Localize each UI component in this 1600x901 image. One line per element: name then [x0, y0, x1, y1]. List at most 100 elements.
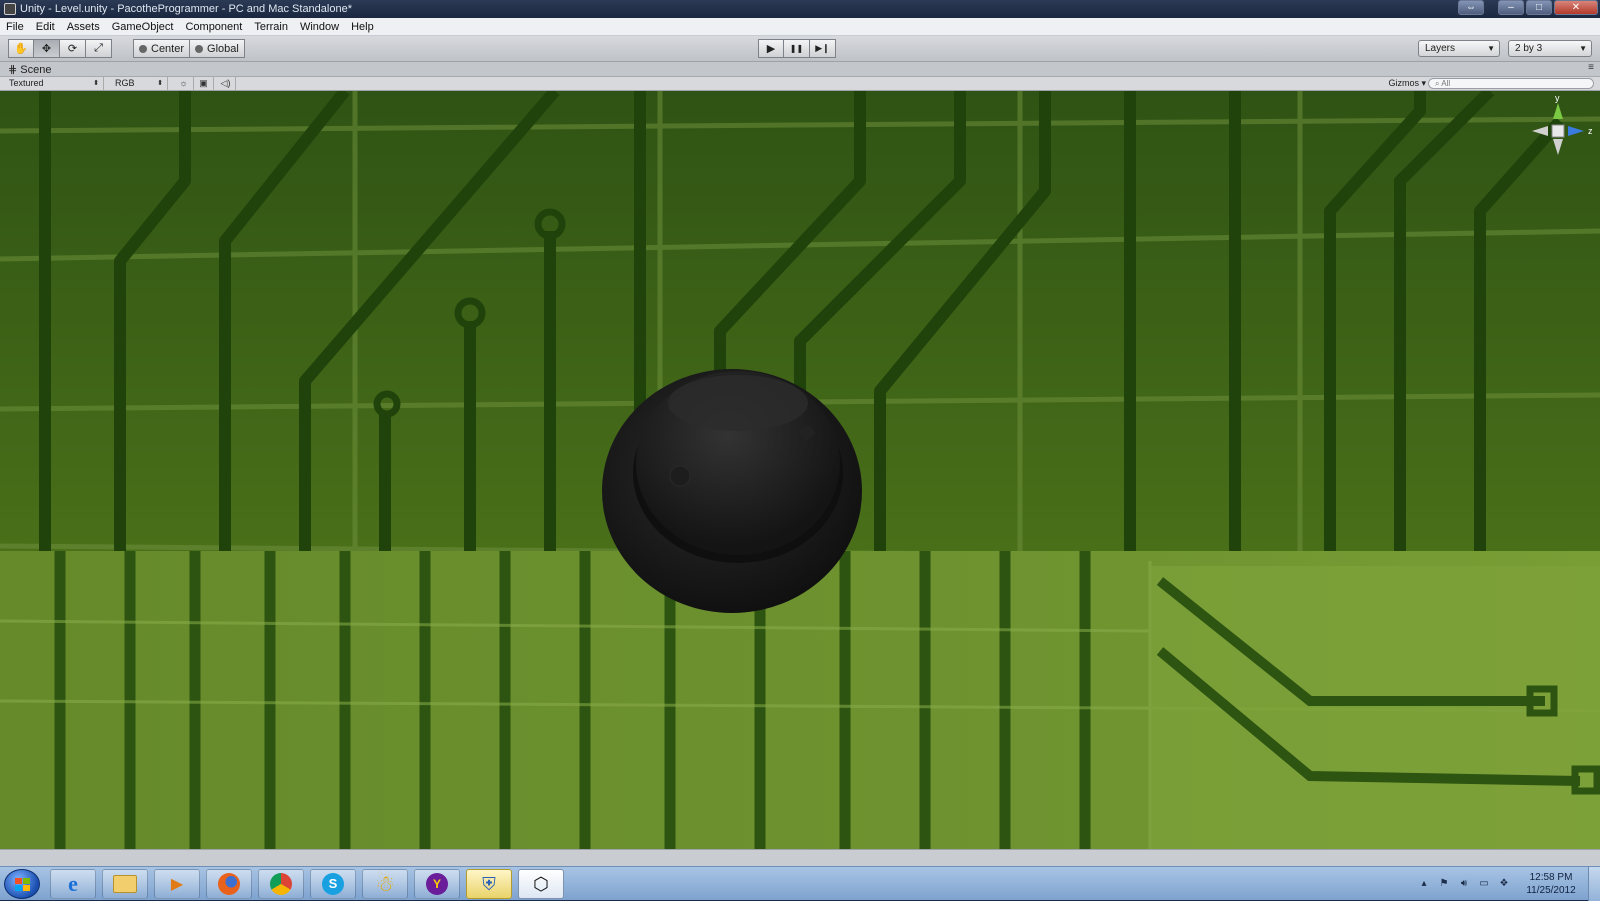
pivot-tools: Center Global — [133, 39, 245, 58]
hat-detail-left — [669, 465, 691, 487]
hat-crown-top — [668, 375, 808, 431]
taskbar-media-player[interactable]: ▶ — [154, 869, 200, 899]
pivot-label: Center — [151, 42, 185, 55]
move-icon: ✥ — [41, 43, 52, 55]
menu-assets[interactable]: Assets — [61, 21, 106, 33]
network-icon[interactable]: ▭ — [1477, 878, 1491, 890]
pivot-center-button[interactable]: Center — [133, 39, 191, 58]
taskbar-skype[interactable]: S — [310, 869, 356, 899]
image-icon: ▣ — [199, 78, 208, 88]
move-tool-button[interactable]: ✥ — [34, 39, 60, 58]
firefox-icon — [218, 873, 240, 895]
layers-label: Layers — [1425, 43, 1456, 54]
channel-label: RGB — [115, 78, 135, 88]
scene-viewport[interactable]: y z — [0, 91, 1600, 849]
tray-expand-icon[interactable]: ▴ — [1417, 878, 1431, 890]
audio-toggle[interactable]: ◁) — [216, 77, 236, 90]
dropbox-icon[interactable]: ❖ — [1497, 878, 1511, 890]
clock-date: 11/25/2012 — [1526, 885, 1576, 896]
menu-edit[interactable]: Edit — [30, 21, 61, 33]
show-desktop-button[interactable] — [1588, 867, 1600, 901]
system-tray: ▴ ⚑ 🔊︎ ▭ ❖ 12:58 PM 11/25/2012 — [1414, 867, 1600, 901]
menu-component[interactable]: Component — [179, 21, 248, 33]
lighting-toggle[interactable]: ☼ — [174, 77, 194, 90]
windows-taskbar: e ▶ S ☃ Y ⛨ ⬡ ▴ ⚑ 🔊︎ ▭ ❖ 12:58 PM 11/25/… — [0, 866, 1600, 901]
menu-help[interactable]: Help — [345, 21, 380, 33]
scale-tool-button[interactable]: ⤢ — [86, 39, 112, 58]
chrome-icon — [270, 873, 292, 895]
render-mode-dropdown[interactable]: Textured ⬍ — [4, 77, 104, 90]
gizmo-center-cube — [1551, 124, 1565, 138]
caret-down-icon: ▼ — [1487, 44, 1495, 53]
taskbar-unity[interactable]: ⬡ — [518, 869, 564, 899]
windows-logo-icon — [15, 878, 30, 891]
start-button[interactable] — [4, 869, 40, 899]
sun-icon: ☼ — [179, 78, 188, 88]
globe-icon — [195, 44, 204, 53]
main-toolbar: ✋ ✥ ⟳ ⤢ Center Global ▶ ❚❚ ▶❙ Layers ▼ 2 … — [0, 36, 1600, 62]
channel-dropdown[interactable]: RGB ⬍ — [110, 77, 168, 90]
step-button[interactable]: ▶❙ — [810, 39, 836, 58]
scene-search-input[interactable]: ⌕ All — [1428, 78, 1594, 89]
title-bar: Unity - Level.unity - PacotheProgrammer … — [0, 0, 1600, 18]
messenger-icon: Y — [426, 873, 448, 895]
play-button[interactable]: ▶ — [758, 39, 784, 58]
space-global-button[interactable]: Global — [190, 39, 245, 58]
scene-render[interactable]: y z — [0, 91, 1600, 849]
layout-dropdown[interactable]: 2 by 3 ▼ — [1508, 40, 1592, 57]
scene-tab[interactable]: ⋕ Scene — [8, 63, 51, 76]
taskbar-internet-explorer[interactable]: e — [50, 869, 96, 899]
caret-updown-icon: ⬍ — [157, 80, 163, 87]
skybox-toggle[interactable]: ▣ — [194, 77, 214, 90]
step-icon: ▶❙ — [815, 43, 830, 53]
render-mode-label: Textured — [9, 78, 44, 88]
pause-icon: ❚❚ — [789, 44, 804, 53]
gizmos-label: Gizmos — [1388, 78, 1419, 88]
pause-button[interactable]: ❚❚ — [784, 39, 810, 58]
unity-app-icon — [4, 3, 16, 15]
hand-tool-button[interactable]: ✋ — [8, 39, 34, 58]
rotate-tool-button[interactable]: ⟳ — [60, 39, 86, 58]
folder-icon — [113, 875, 137, 893]
volume-icon[interactable]: 🔊︎ — [1457, 878, 1471, 890]
playback-controls: ▶ ❚❚ ▶❙ — [758, 39, 836, 58]
action-center-flag-icon[interactable]: ⚑ — [1437, 878, 1451, 890]
system-clock[interactable]: 12:58 PM 11/25/2012 — [1518, 871, 1584, 897]
menu-terrain[interactable]: Terrain — [248, 21, 294, 33]
menu-file[interactable]: File — [0, 21, 30, 33]
caret-updown-icon: ⬍ — [93, 80, 99, 87]
status-bar — [0, 849, 1600, 866]
hand-icon: ✋ — [14, 43, 28, 55]
rotate-icon: ⟳ — [67, 43, 78, 55]
hat-game-object[interactable] — [602, 369, 862, 613]
tab-menu-icon[interactable]: ≡ — [1588, 62, 1594, 73]
speaker-icon: ◁) — [220, 78, 231, 88]
taskbar-security-shield[interactable]: ⛨ — [466, 869, 512, 899]
menu-bar: File Edit Assets GameObject Component Te… — [0, 18, 1600, 36]
scale-icon: ⤢ — [94, 42, 103, 54]
close-button[interactable]: ✕ — [1554, 0, 1598, 15]
menu-gameobject[interactable]: GameObject — [106, 21, 180, 33]
resize-button[interactable]: ⇔ — [1458, 0, 1484, 15]
taskbar-yahoo-messenger[interactable]: Y — [414, 869, 460, 899]
maximize-button[interactable]: □ — [1526, 0, 1552, 15]
taskbar-figure-app[interactable]: ☃ — [362, 869, 408, 899]
clock-time: 12:58 PM — [1529, 872, 1573, 883]
taskbar-firefox[interactable] — [206, 869, 252, 899]
transform-tools: ✋ ✥ ⟳ ⤢ — [8, 39, 112, 58]
minimize-button[interactable]: – — [1498, 0, 1524, 15]
layout-label: 2 by 3 — [1515, 43, 1543, 54]
taskbar-chrome[interactable] — [258, 869, 304, 899]
pivot-icon — [139, 44, 147, 53]
play-icon: ▶ — [766, 43, 776, 55]
taskbar-explorer[interactable] — [102, 869, 148, 899]
space-label: Global — [207, 42, 239, 55]
gizmos-dropdown[interactable]: Gizmos ▾ — [1388, 77, 1426, 90]
menu-window[interactable]: Window — [294, 21, 345, 33]
shield-icon: ⛨ — [482, 873, 496, 894]
gizmo-z-label: z — [1588, 126, 1593, 136]
scene-view-toolbar: Textured ⬍ RGB ⬍ ☼ ▣ ◁) Gizmos ▾ ⌕ All — [0, 77, 1600, 91]
internet-explorer-icon: e — [68, 871, 78, 896]
layers-dropdown[interactable]: Layers ▼ — [1418, 40, 1500, 57]
running-figure-icon: ☃ — [375, 871, 395, 896]
